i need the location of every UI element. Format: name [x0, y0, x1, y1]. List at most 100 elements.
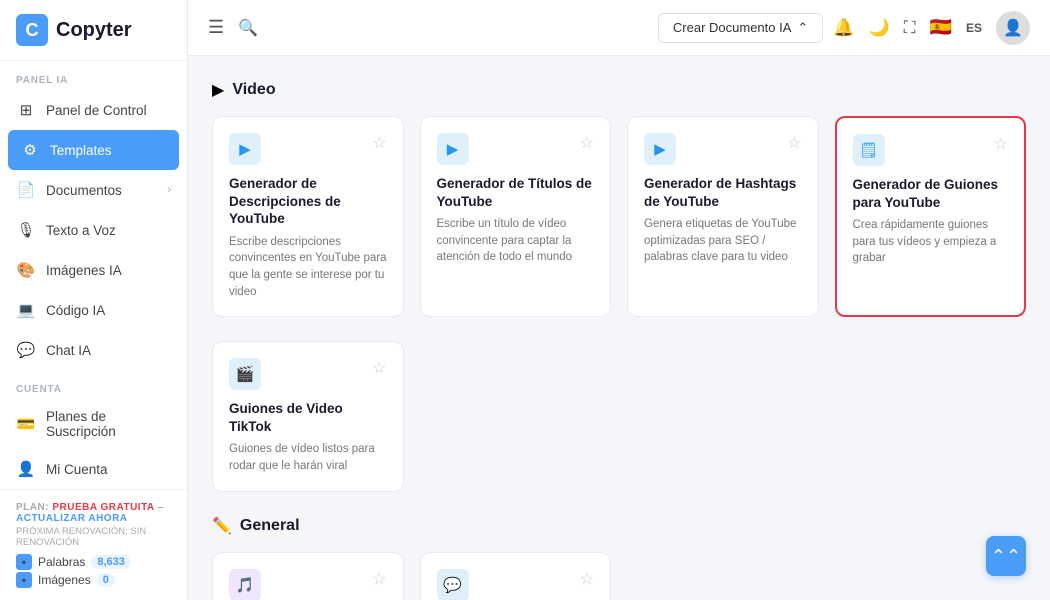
bell-icon[interactable]: 🔔: [833, 18, 854, 38]
main: ☰ 🔍 Crear Documento IA ⌃ 🔔 🌙 ⛶ 🇪🇸 ES 👤 ▶…: [188, 0, 1050, 600]
avatar[interactable]: 👤: [996, 11, 1030, 45]
fullscreen-icon[interactable]: ⛶: [904, 18, 916, 38]
cuenta-label: CUENTA: [0, 370, 187, 399]
card-top: 🎵 ☆: [229, 569, 387, 600]
sidebar-item-templates[interactable]: ⚙ Templates: [8, 130, 179, 170]
sidebar-item-chat-ia[interactable]: 💬 Chat IA: [0, 330, 187, 370]
card-gen-descripciones-yt[interactable]: ▶ ☆ Generador de Descripciones de YouTub…: [212, 116, 404, 317]
chevron-right-icon: ›: [167, 184, 171, 196]
templates-icon: ⚙: [20, 140, 40, 160]
subscription-icon: 💳: [16, 414, 36, 434]
documentos-icon: 📄: [16, 180, 36, 200]
sidebar-item-mi-cuenta[interactable]: 👤 Mi Cuenta: [0, 449, 187, 489]
code-icon: 💻: [16, 300, 36, 320]
sidebar-item-label: Mi Cuenta: [46, 462, 108, 477]
card-desc: Guiones de vídeo listos para rodar que l…: [229, 441, 387, 474]
logo-icon: C: [16, 14, 48, 46]
plan-free-link[interactable]: PRUEBA GRATUITA: [52, 502, 154, 513]
card-top: 💬 ☆: [437, 569, 595, 600]
logo: C Copyter: [0, 0, 187, 61]
search-icon[interactable]: 🔍: [238, 18, 258, 38]
star-icon[interactable]: ☆: [372, 569, 386, 589]
sidebar-item-panel-control[interactable]: ⊞ Panel de Control: [0, 90, 187, 130]
card-top: 🗒 ☆: [853, 134, 1009, 166]
card-music-icon: 🎵: [229, 569, 261, 600]
chevron-double-up-icon: ⌃⌃: [991, 546, 1021, 567]
sidebar-item-codigo-ia[interactable]: 💻 Código IA: [0, 290, 187, 330]
star-icon[interactable]: ☆: [787, 133, 801, 153]
sidebar-item-label: Templates: [50, 143, 112, 158]
create-document-button[interactable]: Crear Documento IA ⌃: [658, 13, 823, 43]
star-icon[interactable]: ☆: [372, 358, 386, 378]
sidebar-item-documentos[interactable]: 📄 Documentos ›: [0, 170, 187, 210]
scroll-top-button[interactable]: ⌃⌃: [986, 536, 1026, 576]
sidebar-item-texto-voz[interactable]: 🎙 Texto a Voz: [0, 210, 187, 250]
sidebar-item-label: Texto a Voz: [46, 223, 116, 238]
star-icon[interactable]: ☆: [580, 133, 594, 153]
card-desc: Escribe un título de vídeo convincente p…: [437, 216, 595, 266]
card-guiones-tiktok[interactable]: 🎬 ☆ Guiones de Video TikTok Guiones de v…: [212, 341, 404, 491]
menu-icon[interactable]: ☰: [208, 17, 224, 38]
sidebar-item-planes[interactable]: 💳 Planes de Suscripción: [0, 399, 187, 449]
moon-icon[interactable]: 🌙: [868, 18, 889, 38]
card-letras-canciones[interactable]: 🎵 ☆ Letras de Canciones Generar una letr…: [212, 552, 404, 600]
logo-text: Copyter: [56, 19, 132, 42]
card-gen-titulos-yt[interactable]: ▶ ☆ Generador de Títulos de YouTube Escr…: [420, 116, 612, 317]
card-title: Generador de Guiones para YouTube: [853, 176, 1009, 211]
chevron-up-icon: ⌃: [797, 20, 808, 36]
images-count: 0: [97, 573, 115, 587]
general-section-title: General: [240, 517, 300, 535]
card-title: Guiones de Video TikTok: [229, 400, 387, 435]
card-gen-guiones-yt[interactable]: 🗒 ☆ Generador de Guiones para YouTube Cr…: [835, 116, 1027, 317]
sidebar-item-label: Chat IA: [46, 343, 91, 358]
card-notificaciones-app[interactable]: 💬 ☆ Notificaciones por App y SMS Mensaje…: [420, 552, 612, 600]
video-row2-grid: 🎬 ☆ Guiones de Video TikTok Guiones de v…: [212, 341, 1026, 491]
star-icon[interactable]: ☆: [580, 569, 594, 589]
card-gen-hashtags-yt[interactable]: ▶ ☆ Generador de Hashtags de YouTube Gen…: [627, 116, 819, 317]
card-top: 🎬 ☆: [229, 358, 387, 390]
card-tiktok-icon: 🎬: [229, 358, 261, 390]
card-video-icon: ▶: [644, 133, 676, 165]
video-section-header: ▶ Video: [212, 80, 1026, 100]
card-sms-icon: 💬: [437, 569, 469, 600]
sidebar-item-label: Documentos: [46, 183, 122, 198]
grid-icon: ⊞: [16, 100, 36, 120]
card-title: Generador de Hashtags de YouTube: [644, 175, 802, 210]
mic-icon: 🎙: [16, 220, 36, 240]
star-icon[interactable]: ☆: [994, 134, 1008, 154]
topbar-icons: 🔔 🌙 ⛶ 🇪🇸 ES 👤: [833, 11, 1030, 45]
language-label[interactable]: ES: [966, 21, 982, 35]
sidebar-item-label: Imágenes IA: [46, 263, 122, 278]
star-icon[interactable]: ☆: [372, 133, 386, 153]
sidebar-item-label: Panel de Control: [46, 103, 147, 118]
images-icon: ▪: [16, 572, 32, 588]
content-area: ▶ Video ▶ ☆ Generador de Descripciones d…: [188, 56, 1050, 600]
flag-icon: 🇪🇸: [930, 17, 952, 38]
words-credits-row: ▪ Palabras 8,633: [16, 554, 171, 570]
words-icon: ▪: [16, 554, 32, 570]
credits-section: PLAN: PRUEBA GRATUITA – ACTUALIZAR AHORA…: [0, 489, 187, 600]
user-icon: 👤: [16, 459, 36, 479]
video-section-icon: ▶: [212, 80, 224, 100]
plan-update-link[interactable]: ACTUALIZAR AHORA: [16, 513, 128, 524]
card-top: ▶ ☆: [644, 133, 802, 165]
card-top: ▶ ☆: [437, 133, 595, 165]
card-video-icon: ▶: [229, 133, 261, 165]
images-label: Imágenes: [38, 573, 91, 587]
general-section-icon: ✏️: [212, 516, 232, 536]
general-section-header: ✏️ General: [212, 516, 1026, 536]
credits-plan: PLAN: PRUEBA GRATUITA – ACTUALIZAR AHORA: [16, 502, 171, 524]
sidebar-item-imagenes-ia[interactable]: 🎨 Imágenes IA: [0, 250, 187, 290]
images-credits-row: ▪ Imágenes 0: [16, 572, 171, 588]
card-video-icon: ▶: [437, 133, 469, 165]
sidebar-item-label: Código IA: [46, 303, 105, 318]
card-desc: Escribe descripciones convincentes en Yo…: [229, 234, 387, 301]
card-desc: Genera etiquetas de YouTube optimizadas …: [644, 216, 802, 266]
card-title: Generador de Títulos de YouTube: [437, 175, 595, 210]
words-count: 8,633: [91, 555, 131, 569]
image-icon: 🎨: [16, 260, 36, 280]
create-document-label: Crear Documento IA: [673, 20, 792, 35]
chat-icon: 💬: [16, 340, 36, 360]
general-cards-grid: 🎵 ☆ Letras de Canciones Generar una letr…: [212, 552, 1026, 600]
sidebar: C Copyter PANEL IA ⊞ Panel de Control ⚙ …: [0, 0, 188, 600]
